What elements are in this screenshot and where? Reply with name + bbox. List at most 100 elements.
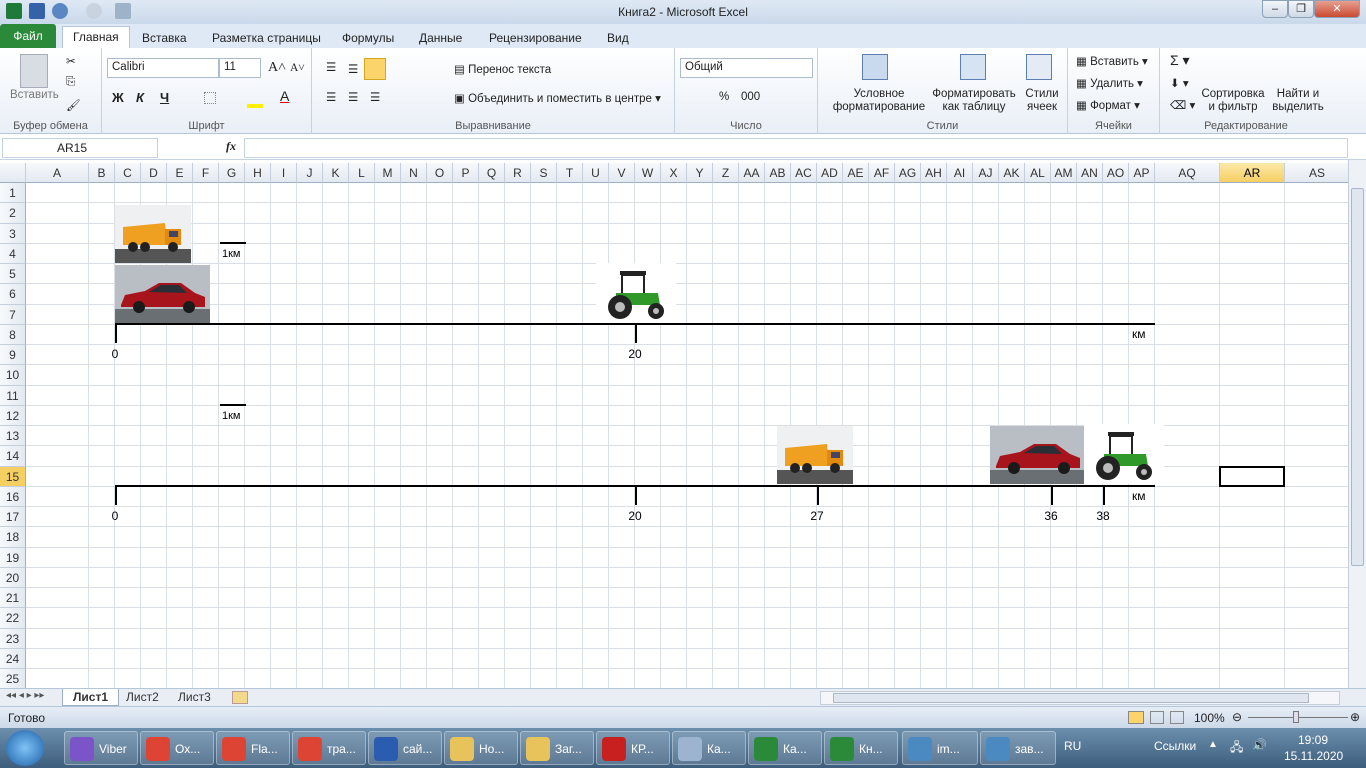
- tab-page-layout[interactable]: Разметка страницы: [202, 28, 331, 48]
- row-header-6[interactable]: 6: [0, 284, 26, 305]
- italic-button[interactable]: К: [136, 90, 144, 105]
- car-image[interactable]: [990, 426, 1085, 484]
- column-header-W[interactable]: W: [635, 163, 661, 183]
- copy-icon[interactable]: ⎘: [66, 76, 75, 89]
- tractor-image[interactable]: [1084, 424, 1164, 484]
- row-header-5[interactable]: 5: [0, 264, 26, 285]
- column-header-C[interactable]: C: [115, 163, 141, 183]
- wrap-text-button[interactable]: ▤ Перенос текста: [454, 62, 551, 76]
- fill-icon[interactable]: ⬇ ▾: [1170, 76, 1189, 90]
- align-top-icon[interactable]: ☰: [326, 60, 336, 74]
- sheet-tab-1[interactable]: Лист1: [62, 689, 120, 706]
- align-left-icon[interactable]: ☰: [326, 90, 336, 104]
- conditional-formatting-button[interactable]: Условное форматирование: [824, 88, 934, 114]
- column-header-AF[interactable]: AF: [869, 163, 895, 183]
- row-header-13[interactable]: 13: [0, 426, 26, 447]
- column-header-AG[interactable]: AG: [895, 163, 921, 183]
- column-header-O[interactable]: O: [427, 163, 453, 183]
- row-header-11[interactable]: 11: [0, 385, 26, 406]
- tab-file[interactable]: Файл: [0, 24, 56, 48]
- volume-icon[interactable]: 🔊: [1252, 738, 1267, 752]
- font-color-icon[interactable]: A: [280, 88, 289, 104]
- column-header-AK[interactable]: AK: [999, 163, 1025, 183]
- column-header-AJ[interactable]: AJ: [973, 163, 999, 183]
- font-size-select[interactable]: 11: [219, 58, 261, 78]
- percent-button[interactable]: %: [719, 91, 729, 103]
- tab-formulas[interactable]: Формулы: [332, 28, 404, 48]
- clock-time[interactable]: 19:09: [1298, 733, 1328, 747]
- column-header-AM[interactable]: AM: [1051, 163, 1077, 183]
- column-header-AP[interactable]: AP: [1129, 163, 1155, 183]
- sheet-nav-arrows-icon[interactable]: ◂◂ ◂ ▸ ▸▸: [6, 690, 44, 701]
- column-header-Z[interactable]: Z: [713, 163, 739, 183]
- column-header-AR[interactable]: AR: [1220, 163, 1285, 183]
- truck-image[interactable]: [115, 205, 191, 263]
- column-header-T[interactable]: T: [557, 163, 583, 183]
- column-header-AS[interactable]: AS: [1285, 163, 1348, 183]
- scroll-thumb[interactable]: [1351, 188, 1364, 566]
- column-header-AI[interactable]: AI: [947, 163, 973, 183]
- column-header-F[interactable]: F: [193, 163, 219, 183]
- column-header-AH[interactable]: AH: [921, 163, 947, 183]
- zoom-level[interactable]: 100%: [1194, 711, 1225, 725]
- align-bottom-button[interactable]: [364, 58, 386, 80]
- column-header-AL[interactable]: AL: [1025, 163, 1051, 183]
- sheet-tab-3[interactable]: Лист3: [168, 689, 221, 706]
- font-name-select[interactable]: Calibri: [107, 58, 219, 78]
- row-header-7[interactable]: 7: [0, 304, 26, 325]
- column-header-U[interactable]: U: [583, 163, 609, 183]
- row-header-24[interactable]: 24: [0, 648, 26, 669]
- zoom-slider-handle[interactable]: [1293, 711, 1299, 723]
- taskbar-item[interactable]: зав...: [980, 731, 1056, 765]
- borders-icon[interactable]: [204, 92, 216, 104]
- align-middle-icon[interactable]: ☰: [348, 62, 358, 76]
- taskbar-item[interactable]: Viber: [64, 731, 138, 765]
- row-header-8[interactable]: 8: [0, 324, 26, 345]
- language-indicator[interactable]: RU: [1064, 739, 1081, 753]
- network-icon[interactable]: 🖧: [1230, 738, 1243, 759]
- normal-view-icon[interactable]: [1128, 711, 1144, 724]
- column-header-AB[interactable]: AB: [765, 163, 791, 183]
- vertical-scrollbar[interactable]: [1348, 160, 1366, 688]
- column-header-D[interactable]: D: [141, 163, 167, 183]
- taskbar-item[interactable]: im...: [902, 731, 978, 765]
- taskbar-item[interactable]: Заг...: [520, 731, 594, 765]
- new-sheet-icon[interactable]: [232, 691, 248, 704]
- find-select-button[interactable]: Найти и выделить: [1270, 88, 1326, 114]
- column-header-S[interactable]: S: [531, 163, 557, 183]
- row-header-10[interactable]: 10: [0, 365, 26, 386]
- restore-button[interactable]: ❐: [1288, 0, 1314, 18]
- page-break-view-icon[interactable]: [1170, 711, 1184, 724]
- tab-review[interactable]: Рецензирование: [479, 28, 592, 48]
- name-box[interactable]: AR15: [2, 138, 158, 158]
- number-format-select[interactable]: Общий: [680, 58, 813, 78]
- taskbar-item[interactable]: Ох...: [140, 731, 214, 765]
- column-header-L[interactable]: L: [349, 163, 375, 183]
- start-button[interactable]: [6, 730, 44, 766]
- row-header-18[interactable]: 18: [0, 527, 26, 548]
- column-header-X[interactable]: X: [661, 163, 687, 183]
- truck-image[interactable]: [777, 426, 853, 484]
- row-header-21[interactable]: 21: [0, 588, 26, 609]
- row-header-1[interactable]: 1: [0, 183, 26, 204]
- cut-icon[interactable]: ✂: [66, 54, 76, 68]
- paste-icon[interactable]: [20, 54, 48, 88]
- tray-arrow-icon[interactable]: ▲: [1208, 739, 1218, 750]
- cell-styles-button[interactable]: Стили ячеек: [1020, 88, 1064, 114]
- sheet-tab-2[interactable]: Лист2: [116, 689, 169, 706]
- column-header-AE[interactable]: AE: [843, 163, 869, 183]
- grow-font-icon[interactable]: A˄: [268, 60, 286, 76]
- bold-button[interactable]: Ж: [112, 90, 124, 105]
- conditional-formatting-icon[interactable]: [862, 54, 888, 80]
- column-header-M[interactable]: M: [375, 163, 401, 183]
- column-header-G[interactable]: G: [219, 163, 245, 183]
- row-header-20[interactable]: 20: [0, 567, 26, 588]
- cell-styles-icon[interactable]: [1026, 54, 1052, 80]
- horizontal-scrollbar[interactable]: [820, 691, 1340, 705]
- column-header-B[interactable]: B: [89, 163, 115, 183]
- selected-cell-AR15[interactable]: [1219, 465, 1285, 487]
- column-header-A[interactable]: A: [26, 163, 89, 183]
- fill-color-icon[interactable]: [247, 104, 263, 108]
- minimize-button[interactable]: –: [1262, 0, 1288, 18]
- taskbar-item[interactable]: Ка...: [748, 731, 822, 765]
